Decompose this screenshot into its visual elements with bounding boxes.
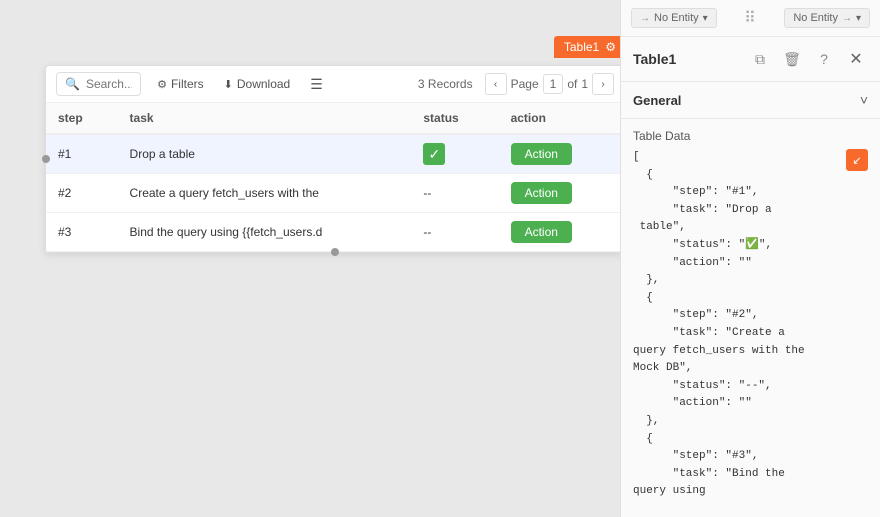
right-panel: → No Entity ▾ ⠿ No Entity → ▾ Table1 ⧉ 🗑… (620, 0, 880, 517)
table-data-section-label: Table Data (621, 119, 880, 149)
list-view-button[interactable]: ☰ (306, 74, 327, 95)
canvas: Table1 ⚙ 🔍 ⚙ Filters ⬇ Download ☰ 3 Reco… (0, 0, 880, 517)
duplicate-button[interactable]: ⧉ (748, 47, 772, 71)
next-page-button[interactable]: › (592, 73, 614, 95)
search-box[interactable]: 🔍 (56, 72, 141, 96)
general-section[interactable]: General ˅ (621, 82, 880, 119)
json-content: [ { "step": "#1", "task": "Drop a table"… (633, 149, 868, 501)
delete-button[interactable]: 🗑 (780, 47, 804, 71)
resize-handle-bottom[interactable] (331, 248, 339, 256)
page-label: Page (511, 77, 539, 91)
cell-step: #2 (46, 174, 118, 213)
table-row[interactable]: #3Bind the query using {{fetch_users.d--… (46, 213, 624, 252)
filter-icon: ⚙ (157, 78, 167, 91)
help-button[interactable]: ? (812, 47, 836, 71)
prev-page-button[interactable]: ‹ (485, 73, 507, 95)
col-header-action: action (499, 103, 624, 134)
search-icon: 🔍 (65, 77, 80, 91)
table-body: #1Drop a table✓Action#2Create a query fe… (46, 134, 624, 252)
cell-task: Drop a table (118, 134, 412, 174)
widget-label-tab[interactable]: Table1 ⚙ (554, 36, 626, 58)
close-icon: ✕ (849, 49, 862, 69)
table-row[interactable]: #1Drop a table ✓ Action (46, 134, 624, 174)
cell-step: #3 (46, 213, 118, 252)
page-number[interactable]: 1 (543, 74, 564, 94)
table-widget: Table1 ⚙ 🔍 ⚙ Filters ⬇ Download ☰ 3 Reco… (45, 65, 625, 253)
search-input[interactable] (86, 77, 132, 91)
panel-title-bar: Table1 ⧉ 🗑 ? ✕ (621, 37, 880, 82)
data-table: step task status action #1Drop a table ✓ A… (46, 103, 624, 252)
widget-title-label: Table1 (564, 40, 599, 54)
col-header-task: task (118, 103, 412, 134)
pagination: ‹ Page 1 of 1 › (485, 73, 614, 95)
general-chevron-icon: ˅ (860, 92, 868, 108)
table-row[interactable]: #2Create a query fetch_users with the-- A… (46, 174, 624, 213)
copy-down-icon: ↙ (852, 154, 861, 167)
records-info: 3 Records (418, 77, 473, 91)
gear-icon[interactable]: ⚙ (605, 40, 616, 54)
list-icon: ☰ (310, 76, 323, 93)
right-entity-selector[interactable]: No Entity → ▾ (784, 8, 870, 28)
action-button[interactable]: Action (511, 221, 572, 243)
action-button[interactable]: Action (511, 143, 572, 165)
page-of-label: of (567, 77, 577, 91)
left-entity-selector[interactable]: → No Entity ▾ (631, 8, 717, 28)
filters-button[interactable]: ⚙ Filters (153, 75, 208, 93)
left-entity-chevron: ▾ (703, 13, 708, 24)
col-header-status: status (411, 103, 498, 134)
cell-status: ✓ (411, 134, 498, 174)
json-viewer[interactable]: ↙ [ { "step": "#1", "task": "Drop a tabl… (621, 149, 880, 517)
duplicate-icon: ⧉ (755, 51, 765, 68)
panel-grid-icon: ⠿ (723, 8, 779, 28)
download-button[interactable]: ⬇ Download (220, 75, 295, 93)
status-check-icon: ✓ (423, 143, 445, 165)
page-total: 1 (581, 77, 588, 91)
cell-action: Action (499, 174, 624, 213)
cell-action: Action (499, 213, 624, 252)
trash-icon: 🗑 (783, 51, 801, 68)
cell-step: #1 (46, 134, 118, 174)
json-copy-button[interactable]: ↙ (846, 149, 868, 171)
general-label: General (633, 93, 860, 108)
col-header-step: step (46, 103, 118, 134)
panel-title: Table1 (633, 51, 740, 67)
cell-status: -- (411, 174, 498, 213)
right-entity-chevron: ▾ (856, 13, 861, 24)
cell-status: -- (411, 213, 498, 252)
table-toolbar: 🔍 ⚙ Filters ⬇ Download ☰ 3 Records ‹ Pag… (46, 66, 624, 103)
download-icon: ⬇ (224, 78, 233, 91)
panel-header: → No Entity ▾ ⠿ No Entity → ▾ (621, 0, 880, 37)
cell-action: Action (499, 134, 624, 174)
table-header-row: step task status action (46, 103, 624, 134)
cell-task: Create a query fetch_users with the (118, 174, 412, 213)
help-icon: ? (820, 51, 828, 67)
action-button[interactable]: Action (511, 182, 572, 204)
resize-handle-left[interactable] (42, 155, 50, 163)
close-button[interactable]: ✕ (844, 47, 868, 71)
cell-task: Bind the query using {{fetch_users.d (118, 213, 412, 252)
